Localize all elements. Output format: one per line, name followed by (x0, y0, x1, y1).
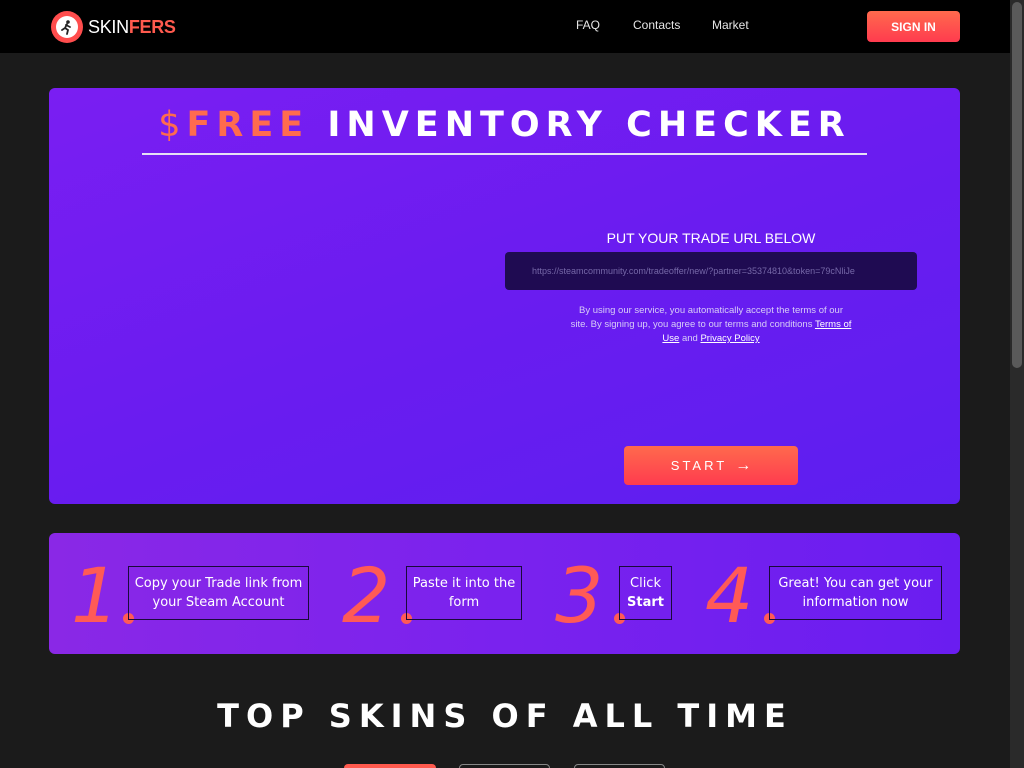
skins-tab-3[interactable] (574, 764, 665, 768)
step-4-line1: Great! You can get your (778, 576, 933, 591)
arrow-right-icon: → (735, 456, 752, 474)
step-4-number: 4 (705, 551, 754, 640)
step-1-line1: Copy your Trade link from (134, 576, 303, 591)
start-label: START (670, 458, 728, 473)
privacy-policy-link[interactable]: Privacy Policy (700, 333, 759, 344)
sign-in-button[interactable]: SIGN IN (867, 11, 960, 42)
title-dollar: $ (158, 105, 187, 145)
nav-market-link[interactable]: Market (712, 18, 749, 32)
site-logo[interactable]: SKINFERS (51, 11, 176, 43)
steps-panel: 1 Copy your Trade link from your Steam Ac… (49, 533, 960, 654)
trade-url-input[interactable] (505, 252, 917, 290)
skins-tab-2[interactable] (459, 764, 550, 768)
title-rest: INVENTORY CHECKER (309, 105, 851, 145)
title-free: FREE (186, 105, 310, 145)
terms-and: and (681, 333, 698, 344)
terms-text: By using our service, you automatically … (570, 305, 843, 330)
nav-faq-link[interactable]: FAQ (576, 18, 600, 32)
logo-part2: FERS (128, 16, 176, 37)
step-3-number: 3 (555, 551, 604, 640)
step-4-box: Great! You can get your information now (769, 566, 942, 620)
runner-icon (61, 20, 71, 35)
step-3-box: Click Start (619, 566, 672, 620)
inventory-checker-panel: $FREE INVENTORY CHECKER PUT YOUR TRADE U… (49, 88, 960, 504)
logo-wordmark: SKINFERS (88, 17, 176, 38)
step-2-line1: Paste it into the (412, 576, 516, 591)
trade-url-label: PUT YOUR TRADE URL BELOW (606, 230, 816, 246)
skins-tab-1[interactable] (344, 764, 436, 768)
step-1-box: Copy your Trade link from your Steam Acco… (128, 566, 309, 620)
step-1-number: 1 (71, 551, 120, 640)
step-2-line2: form (448, 595, 480, 610)
step-2-box: Paste it into the form (406, 566, 522, 620)
scrollbar-thumb[interactable] (1012, 2, 1022, 368)
logo-badge-icon (51, 11, 83, 43)
logo-part1: SKIN (88, 16, 129, 37)
step-2-number: 2 (342, 551, 391, 640)
top-navbar: SKINFERS FAQ Contacts Market SIGN IN (0, 0, 1010, 53)
hero-title: $FREE INVENTORY CHECKER (49, 105, 960, 145)
terms-notice: By using our service, you automatically … (569, 304, 853, 346)
step-3-bold: Start (627, 595, 664, 610)
top-skins-title: TOP SKINS OF ALL TIME (217, 697, 793, 735)
step-3-line1: Click (630, 576, 661, 591)
title-divider (142, 153, 867, 155)
start-button[interactable]: START → (624, 446, 798, 485)
nav-contacts-link[interactable]: Contacts (633, 18, 680, 32)
step-4-line2: information now (802, 595, 909, 610)
step-1-line2: your Steam Account (152, 595, 285, 610)
